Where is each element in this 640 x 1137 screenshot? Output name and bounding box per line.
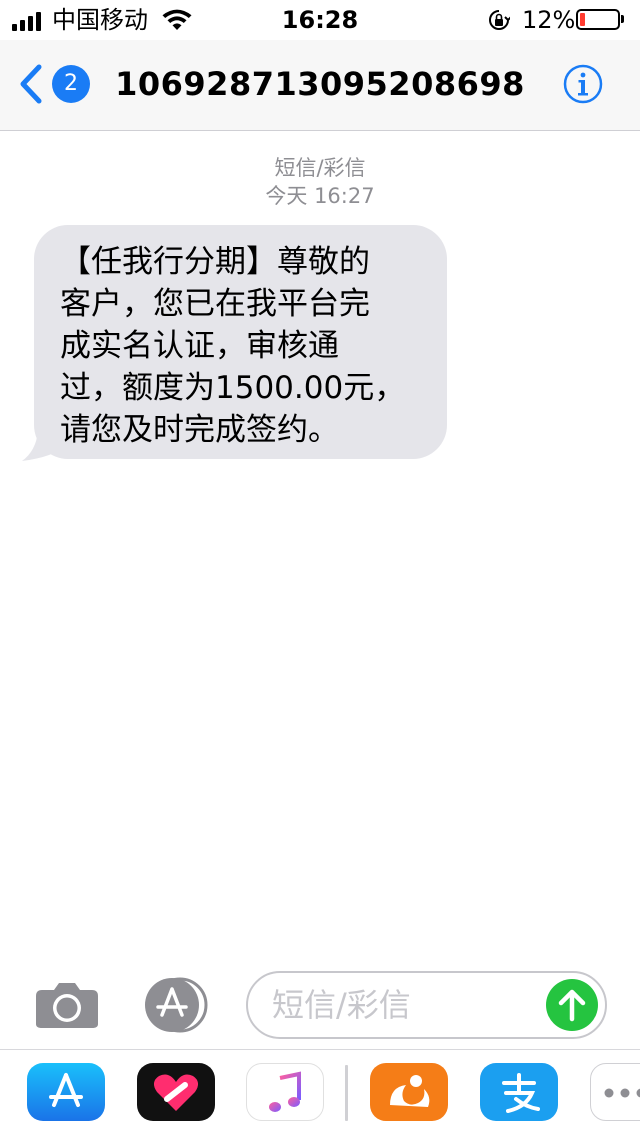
message-line: 请您及时完成签约。 (60, 409, 425, 451)
message-line: 成实名认证，审核通 (60, 325, 425, 367)
send-arrow-icon (546, 979, 598, 1031)
navigation-bar: 2 10692871309520869​8 (0, 40, 640, 131)
orientation-lock-icon (488, 9, 510, 31)
app-store-icon[interactable] (140, 977, 212, 1033)
app-store-icon[interactable] (27, 1063, 105, 1121)
send-button[interactable] (546, 979, 598, 1031)
battery-icon (576, 9, 620, 30)
message-timestamp: 今天 16:27 (0, 180, 640, 210)
drawer-divider (345, 1065, 348, 1121)
uc-browser-icon[interactable] (370, 1063, 448, 1121)
message-line: 过，额度为1500.00元， (60, 367, 425, 409)
conversation-title: 10692871309520869​8 (0, 64, 640, 104)
more-apps-icon[interactable] (590, 1063, 640, 1121)
incoming-message-bubble[interactable]: 【任我行分期】尊敬的 客户，您已在我平台完 成实名认证，审核通 过，额度为150… (34, 225, 447, 459)
camera-icon[interactable] (34, 980, 100, 1030)
battery-tip (621, 15, 624, 23)
info-circle-icon[interactable] (563, 64, 603, 104)
alipay-icon[interactable] (480, 1063, 558, 1121)
digital-touch-icon[interactable] (137, 1063, 215, 1121)
message-input-placeholder: 短信/彩信 (272, 983, 411, 1027)
music-icon[interactable] (246, 1063, 324, 1121)
message-line: 客户，您已在我平台完 (60, 283, 425, 325)
message-line: 【任我行分期】尊敬的 (60, 241, 425, 283)
battery-percent: 12% (522, 5, 575, 35)
service-label: 短信/彩信 (0, 152, 640, 182)
status-bar: 中国移动 16:28 12% (0, 0, 640, 40)
